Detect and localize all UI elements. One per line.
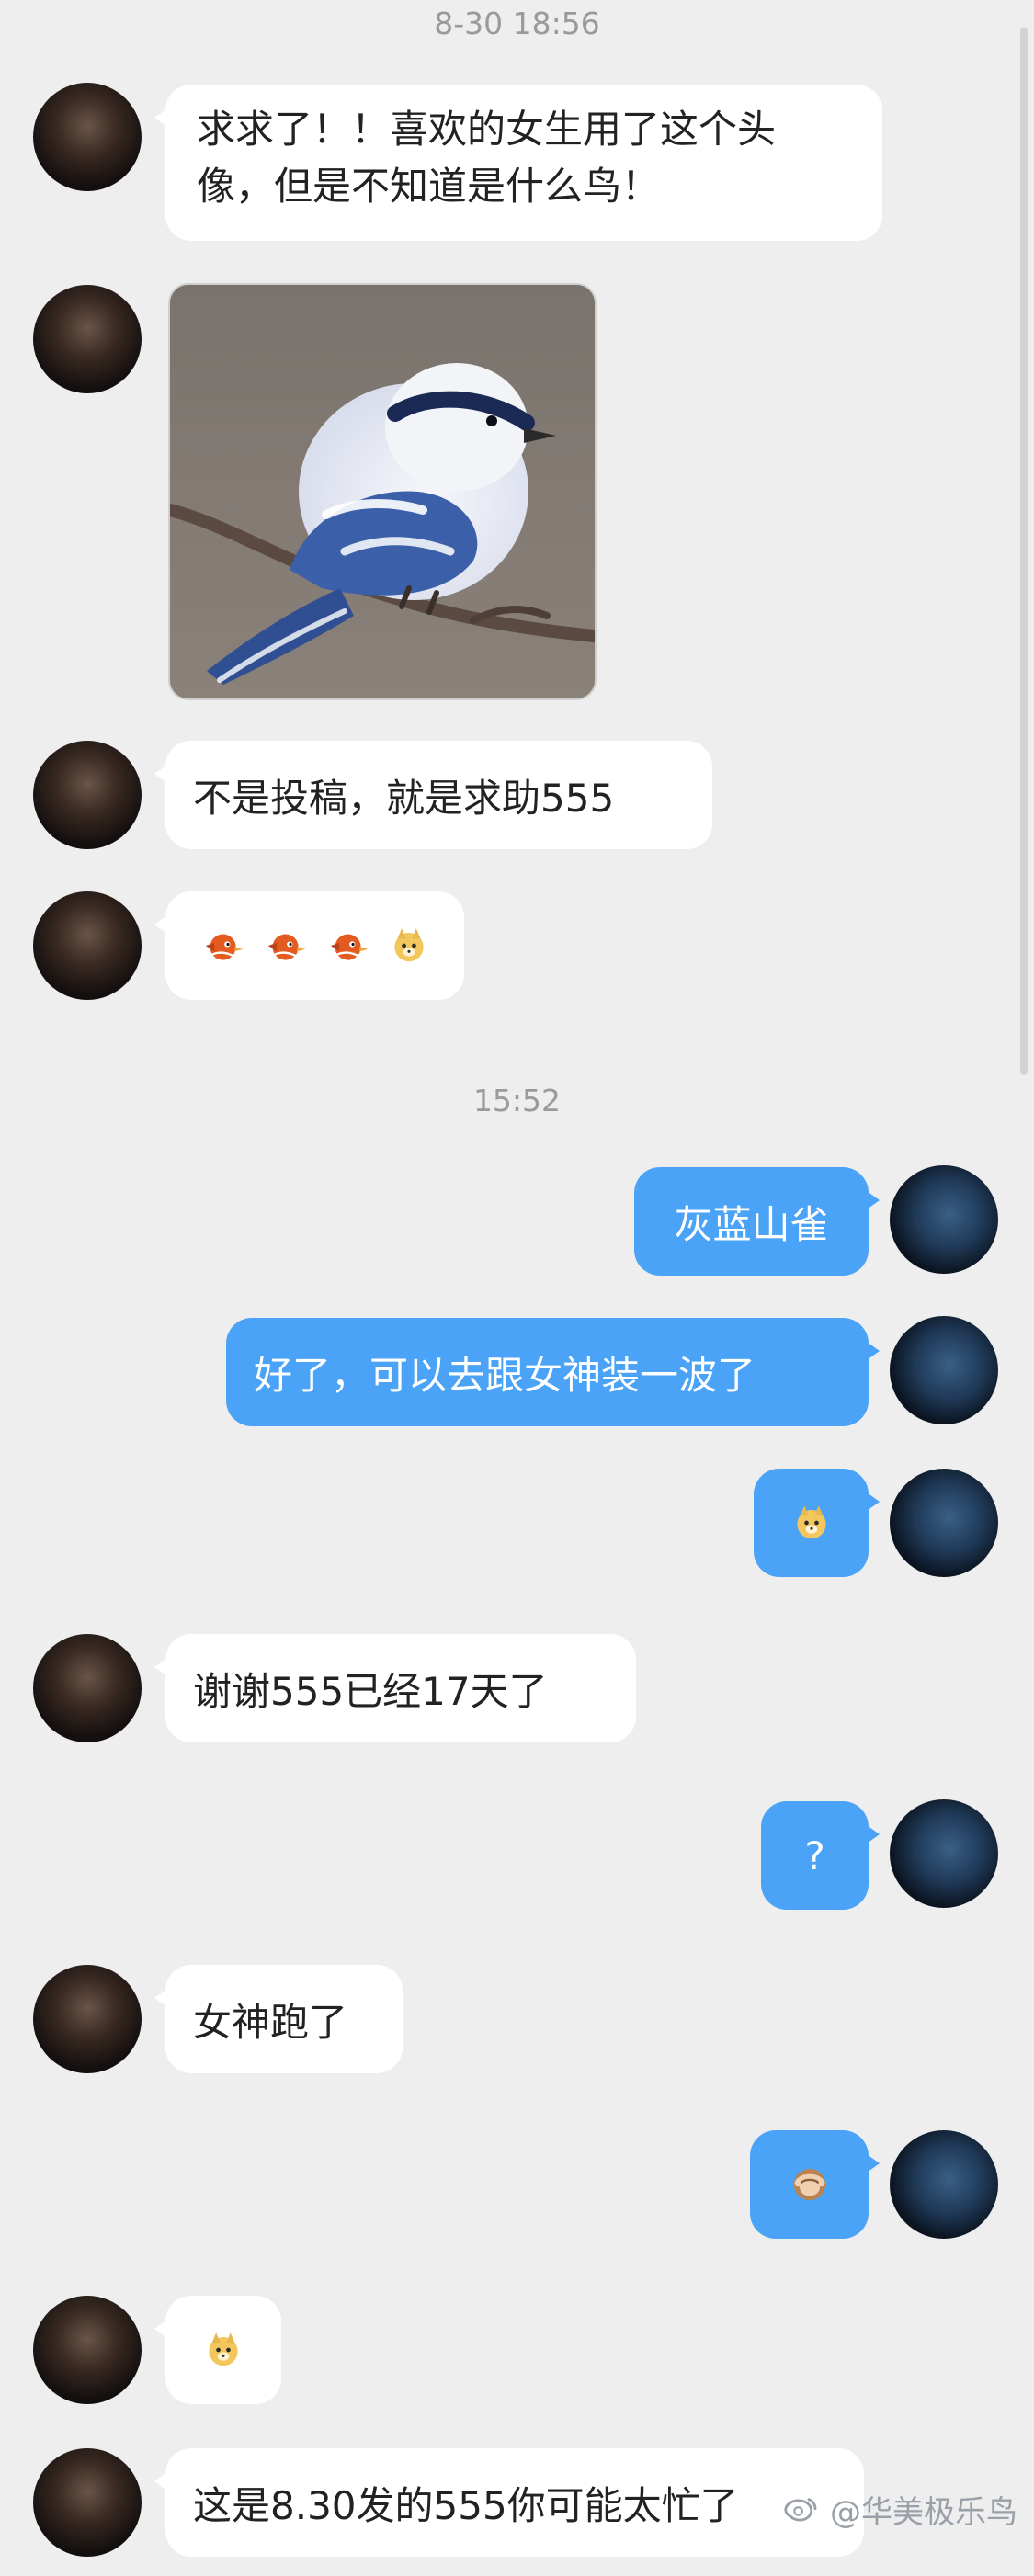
emoji-row	[165, 923, 465, 969]
message-bubble[interactable]: 谢谢555已经17天了	[154, 1634, 636, 1742]
message-text: 谢谢555已经17天了	[193, 1668, 548, 1714]
avatar[interactable]	[890, 2130, 998, 2239]
watermark-text: @华美极乐鸟	[830, 2494, 1017, 2531]
timestamp: 15:52	[472, 1083, 562, 1118]
bird-emoji-icon	[330, 934, 369, 960]
message-bubble[interactable]: 女神跑了	[154, 1965, 403, 2073]
message-text: 不是投稿，就是求助555	[193, 775, 615, 821]
message-bubble[interactable]: 这是8.30发的555你可能太忙了	[154, 2448, 864, 2557]
bird-image-icon	[170, 285, 595, 698]
scroll-indicator[interactable]	[1020, 28, 1028, 1075]
dog-emoji-icon	[394, 928, 424, 962]
avatar[interactable]	[890, 1469, 998, 1577]
avatar[interactable]	[890, 1799, 998, 1908]
dog-emoji-icon	[209, 2332, 238, 2366]
weibo-watermark: @华美极乐鸟	[778, 2487, 1017, 2532]
message-bubble[interactable]: 灰蓝山雀	[634, 1167, 880, 1276]
timestamp: 8-30 18:56	[434, 6, 600, 41]
message-text: 灰蓝山雀	[674, 1201, 829, 1247]
bird-emoji-icon	[267, 934, 306, 960]
message-bubble[interactable]: ?	[761, 1801, 880, 1910]
avatar[interactable]	[33, 1634, 142, 1742]
message-text: 好了，可以去跟女神装一波了	[254, 1352, 756, 1398]
avatar[interactable]	[33, 1965, 142, 2073]
message-text: 女神跑了	[193, 1999, 348, 2045]
see-no-evil-monkey-emoji-icon	[793, 2168, 825, 2201]
message-text: 这是8.30发的555你可能太忙了	[193, 2482, 739, 2528]
emoji-message-bubble[interactable]	[750, 2130, 880, 2239]
weibo-logo-icon	[784, 2497, 817, 2521]
message-bubble[interactable]: 求求了！！喜欢的女生用了这个头像，但是不知道是什么鸟！	[154, 85, 882, 241]
message-text: 求求了！！喜欢的女生用了这个头像，但是不知道是什么鸟！	[197, 107, 777, 209]
avatar[interactable]	[33, 2296, 142, 2404]
bird-photo[interactable]	[168, 283, 597, 700]
avatar[interactable]	[33, 83, 142, 191]
avatar[interactable]	[890, 1316, 998, 1424]
avatar[interactable]	[33, 891, 142, 1000]
bird-emoji-icon	[205, 934, 244, 960]
avatar[interactable]	[890, 1165, 998, 1274]
avatar[interactable]	[33, 285, 142, 393]
message-bubble[interactable]: 不是投稿，就是求助555	[154, 741, 712, 849]
emoji-message-bubble[interactable]	[154, 891, 465, 1000]
message-text: ?	[804, 1833, 825, 1878]
dog-emoji-icon	[796, 1505, 826, 1539]
avatar[interactable]	[33, 741, 142, 849]
message-bubble[interactable]: 好了，可以去跟女神装一波了	[226, 1318, 880, 1426]
emoji-message-bubble[interactable]	[154, 2296, 281, 2404]
avatar[interactable]	[33, 2448, 142, 2557]
emoji-message-bubble[interactable]	[754, 1469, 880, 1577]
